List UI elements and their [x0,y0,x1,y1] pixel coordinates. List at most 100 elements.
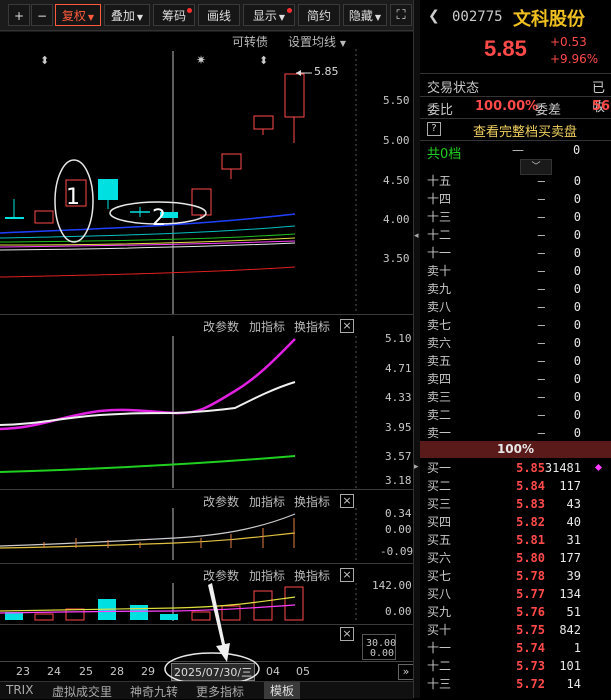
sell-level-row[interactable]: 十二 — 0 [420,226,611,244]
level-volume: 31481 [544,461,581,475]
level-name: 十二 [427,659,452,673]
buy-level-row[interactable]: 买八 5.77 134 [420,585,611,603]
help-icon[interactable]: ? [427,122,441,136]
chevron-down-icon: ▼ [87,13,95,22]
buy-level-row[interactable]: 买七 5.78 39 [420,567,611,585]
sell-level-row[interactable]: 卖十 — 0 [420,262,611,280]
level-name: 卖七 [427,318,452,332]
sell-level-row[interactable]: 十三 — 0 [420,208,611,226]
sell-level-row[interactable]: 卖六 — 0 [420,334,611,352]
buy-level-row[interactable]: 买一 5.85 31481 [420,459,611,477]
chouma-button[interactable]: 筹码 [153,4,195,26]
buy-level-row[interactable]: 买五 5.81 31 [420,531,611,549]
sell-level-row[interactable]: 十四 — 0 [420,190,611,208]
switch-indicator-button[interactable]: 换指标 [294,567,330,584]
sell-level-row[interactable]: 卖二 — 0 [420,406,611,424]
tab-more-indicators[interactable]: 更多指标 [196,683,244,700]
ma-line-green [0,233,296,243]
buy-level-row[interactable]: 买十 5.75 842 [420,621,611,639]
fuquan-button[interactable]: 复权 ▼ [55,4,101,26]
level-name: 买九 [427,605,452,619]
sell-level-row[interactable]: 卖七 — 0 [420,316,611,334]
xianshi-button[interactable]: 显示 ▼ [243,4,295,26]
close-icon[interactable]: × [340,627,354,641]
level-price: — [537,318,545,332]
buy-level-row[interactable]: 买九 5.76 51 [420,603,611,621]
ratio-diff-value: 569 [592,99,611,114]
tab-template[interactable]: 模板 [264,682,301,699]
x-tick: 24 [47,665,61,678]
notification-dot-icon [287,8,292,13]
close-icon[interactable]: × [340,568,354,582]
annotation-number-2: 2 [152,206,166,231]
y-tick: 3.95 [385,421,412,434]
sell-level-row[interactable]: 卖九 — 0 [420,280,611,298]
tab-trix[interactable]: TRIX [6,683,33,697]
indicator-line-green [0,455,296,473]
candle [221,153,242,170]
level-name: 卖一 [427,426,452,440]
y-tick: 5.00 [383,134,410,147]
sell-level-row[interactable]: 卖五 — 0 [420,352,611,370]
close-icon[interactable]: × [340,494,354,508]
kline-svg: ⬍ ✷ ⬍ [0,31,413,314]
total-levels-value: 0 [573,143,581,157]
buy-level-row[interactable]: 十一 5.74 1 [420,639,611,657]
buy-level-row[interactable]: 买三 5.83 43 [420,495,611,513]
level-price: — [537,354,545,368]
scroll-right-icon[interactable]: » [398,664,414,680]
close-icon[interactable]: × [340,319,354,333]
buy-level-row[interactable]: 买二 5.84 117 [420,477,611,495]
sell-level-row[interactable]: 卖四 — 0 [420,370,611,388]
fuquan-label: 复权 [61,9,86,23]
x-tick: 05 [296,665,310,678]
level-volume: 39 [566,569,581,583]
y-tick: 4.33 [385,391,412,404]
add-indicator-button[interactable]: 加指标 [249,318,285,335]
sell-level-row[interactable]: 卖一 — 0 [420,424,611,442]
buy-level-row[interactable]: 买四 5.82 40 [420,513,611,531]
level-volume: 0 [573,264,581,278]
fullscreen-icon[interactable]: ⛶ [390,4,412,26]
zoom-in-button[interactable]: + [8,4,30,26]
level-name: 十三 [427,210,452,224]
buy-level-row[interactable]: 买六 5.80 177 [420,549,611,567]
level-volume: 117 [559,479,581,493]
buy-level-row[interactable]: 十二 5.73 101 [420,657,611,675]
level-volume: 0 [573,210,581,224]
collapse-left-icon[interactable]: ◂ [414,231,419,241]
full-order-book-link[interactable]: 查看完整档买卖盘 [473,121,577,140]
sell-level-row[interactable]: 卖三 — 0 [420,388,611,406]
annotation-overlay [164,583,260,686]
level-volume: 1 [573,641,581,655]
huaxian-button[interactable]: 画线 [198,4,240,26]
divider [420,118,611,119]
notification-dot-icon [187,8,192,13]
xianshi-label: 显示 [252,9,277,23]
sell-level-row[interactable]: 卖八 — 0 [420,298,611,316]
edit-params-button[interactable]: 改参数 [203,318,239,335]
tab-magic-nine[interactable]: 神奇九转 [130,683,178,700]
level-price: 5.80 [516,551,545,565]
sell-level-row[interactable]: 十五 — 0 [420,172,611,190]
diejia-button[interactable]: 叠加 ▼ [104,4,150,26]
price-change: +0.53 [550,35,587,49]
switch-indicator-button[interactable]: 换指标 [294,318,330,335]
level-name: 买四 [427,515,452,529]
level-price: — [537,246,545,260]
collapse-right-icon[interactable]: ▸ [414,462,419,472]
zoom-out-button[interactable]: − [31,4,53,26]
buy-level-row[interactable]: 十三 5.72 14 [420,675,611,693]
level-price: — [537,192,545,206]
volume-bar [284,586,304,621]
level-volume: 0 [573,318,581,332]
level-name: 十一 [427,641,452,655]
back-icon[interactable]: ❮ [428,8,440,24]
yincang-button[interactable]: 隐藏 ▼ [343,4,387,26]
total-levels-dash: — [512,143,524,157]
jianyue-button[interactable]: 简约 [298,4,340,26]
sell-level-row[interactable]: 十一 — 0 [420,244,611,262]
level-volume: 0 [573,336,581,350]
y-tick: 3.57 [385,450,412,463]
tab-virtual-volume[interactable]: 虚拟成交里 [52,683,112,700]
